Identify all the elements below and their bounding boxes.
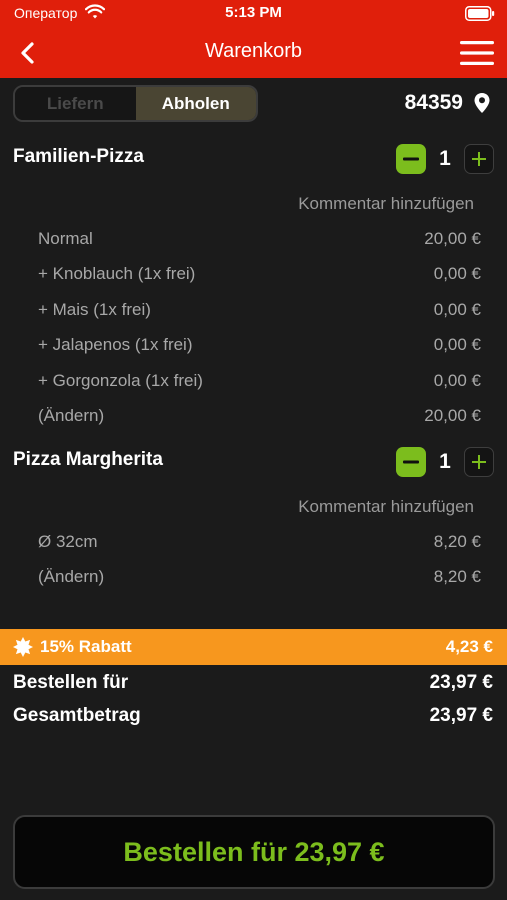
- option-label: + Gorgonzola (1x frei): [38, 371, 203, 390]
- decrease-quantity-button[interactable]: [396, 447, 426, 477]
- order-for-value: 23,97 €: [429, 672, 493, 693]
- tab-liefern[interactable]: Liefern: [15, 87, 136, 120]
- add-comment-link[interactable]: Kommentar hinzufügen: [298, 194, 474, 214]
- postal-code[interactable]: 84359: [405, 91, 463, 115]
- nav-bar: Warenkorb: [0, 28, 507, 78]
- order-for-label: Bestellen für: [13, 672, 129, 693]
- option-price: 20,00 €: [424, 229, 481, 248]
- discount-banner: 15% Rabatt 4,23 €: [0, 629, 507, 665]
- minus-icon: [403, 157, 419, 161]
- quantity-value: 1: [439, 147, 451, 170]
- minus-icon: [403, 460, 419, 464]
- option-label: + Mais (1x frei): [38, 300, 151, 319]
- plus-icon: [472, 152, 486, 166]
- option-label: Normal: [38, 229, 93, 248]
- edit-item-link[interactable]: (Ändern): [38, 406, 104, 426]
- hamburger-menu-icon[interactable]: [459, 39, 495, 67]
- cart-item-name: Familien-Pizza: [13, 146, 144, 167]
- cart-item-name: Pizza Margherita: [13, 449, 163, 470]
- clock-label: 5:13 PM: [225, 4, 282, 21]
- delivery-mode-segmented-control: Liefern Abholen: [13, 85, 258, 122]
- option-label: Ø 32cm: [38, 532, 98, 551]
- item-subtotal: 8,20 €: [433, 567, 481, 586]
- status-bar: Оператор 5:13 PM: [0, 0, 507, 28]
- total-value: 23,97 €: [429, 705, 493, 726]
- option-price: 0,00 €: [433, 335, 481, 354]
- place-order-label: Bestellen für 23,97 €: [123, 836, 385, 867]
- option-price: 0,00 €: [433, 300, 481, 319]
- total-label: Gesamtbetrag: [13, 705, 141, 726]
- option-price: 8,20 €: [433, 532, 481, 551]
- item-subtotal: 20,00 €: [424, 406, 481, 425]
- discount-badge-icon: [13, 637, 33, 657]
- decrease-quantity-button[interactable]: [396, 144, 426, 174]
- option-label: + Knoblauch (1x frei): [38, 264, 196, 283]
- plus-icon: [472, 455, 486, 469]
- quantity-value: 1: [439, 450, 451, 473]
- option-label: + Jalapenos (1x frei): [38, 335, 193, 354]
- add-comment-link[interactable]: Kommentar hinzufügen: [298, 497, 474, 517]
- discount-label: 15% Rabatt: [40, 637, 132, 656]
- location-pin-icon[interactable]: [473, 92, 491, 114]
- place-order-button[interactable]: Bestellen für 23,97 €: [13, 815, 495, 889]
- option-price: 0,00 €: [433, 264, 481, 283]
- discount-value: 4,23 €: [445, 637, 493, 656]
- increase-quantity-button[interactable]: [464, 447, 494, 477]
- increase-quantity-button[interactable]: [464, 144, 494, 174]
- battery-icon: [465, 6, 495, 21]
- edit-item-link[interactable]: (Ändern): [38, 567, 104, 587]
- page-title: Warenkorb: [204, 40, 303, 62]
- tab-abholen[interactable]: Abholen: [135, 87, 256, 120]
- option-price: 0,00 €: [433, 371, 481, 390]
